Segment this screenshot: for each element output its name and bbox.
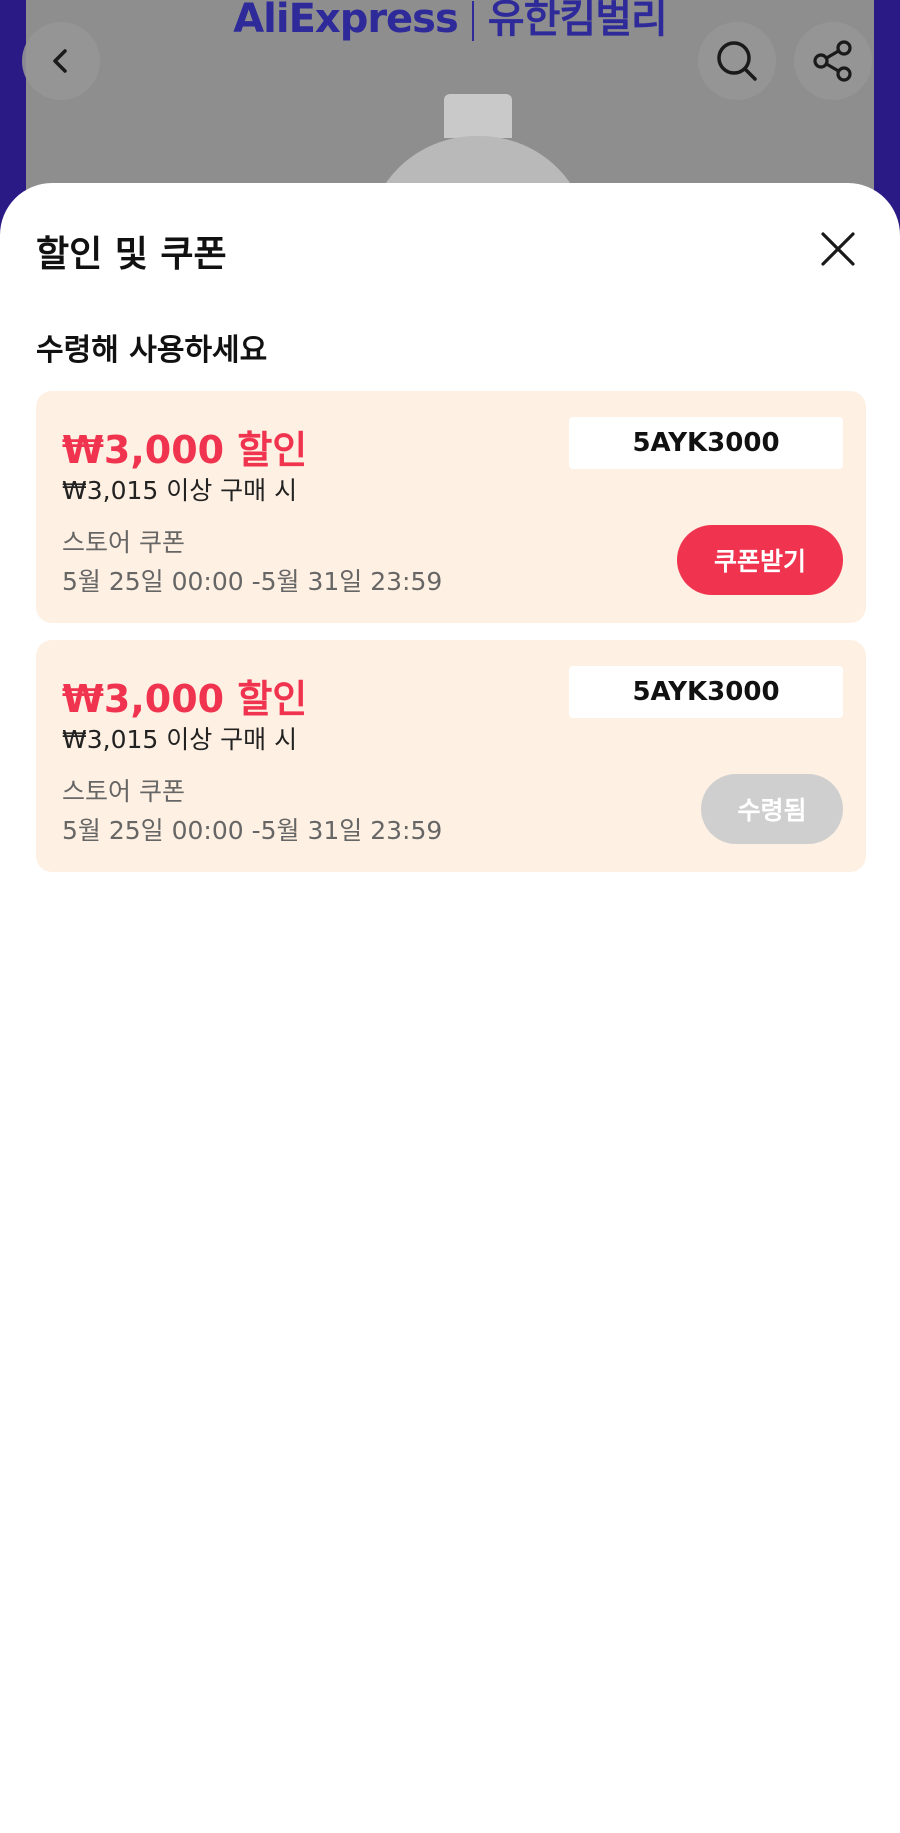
brand-store: 유한킴벌리 xyxy=(487,0,668,42)
coupon-min-spend: ₩3,015 이상 구매 시 xyxy=(62,725,298,754)
coupon-card: ₩3,000 할인 ₩3,015 이상 구매 시 스토어 쿠폰 5월 25일 0… xyxy=(36,640,866,872)
close-button[interactable] xyxy=(812,223,864,275)
coupon-amount: ₩3,000 할인 xyxy=(62,677,308,721)
get-coupon-button[interactable]: 쿠폰받기 xyxy=(677,525,843,595)
search-button[interactable] xyxy=(698,22,776,100)
search-icon xyxy=(717,41,757,81)
coupon-validity: 5월 25일 00:00 -5월 31일 23:59 xyxy=(62,567,443,596)
coupon-sheet: 할인 및 쿠폰 수령해 사용하세요 ₩3,000 할인 ₩3,015 이상 구매… xyxy=(0,183,900,1833)
coupon-amount: ₩3,000 할인 xyxy=(62,428,308,472)
coupon-card: ₩3,000 할인 ₩3,015 이상 구매 시 스토어 쿠폰 5월 25일 0… xyxy=(36,391,866,623)
section-title: 수령해 사용하세요 xyxy=(36,333,268,368)
coupon-code: 5AYK3000 xyxy=(569,417,843,469)
coupon-min-spend: ₩3,015 이상 구매 시 xyxy=(62,476,298,505)
share-button[interactable] xyxy=(794,22,872,100)
back-button[interactable] xyxy=(22,22,100,100)
brand-divider xyxy=(471,1,474,41)
product-bottle-cap xyxy=(444,94,512,138)
coupon-code: 5AYK3000 xyxy=(569,666,843,718)
coupon-type: 스토어 쿠폰 xyxy=(62,777,185,806)
sheet-title: 할인 및 쿠폰 xyxy=(36,234,227,275)
share-icon xyxy=(813,40,852,82)
coupon-validity: 5월 25일 00:00 -5월 31일 23:59 xyxy=(62,816,443,845)
coupon-received-button: 수령됨 xyxy=(701,774,843,844)
brand-aliexpress: AliExpress xyxy=(233,0,459,42)
coupon-type: 스토어 쿠폰 xyxy=(62,528,185,557)
back-icon xyxy=(53,49,67,73)
close-icon xyxy=(821,232,855,266)
